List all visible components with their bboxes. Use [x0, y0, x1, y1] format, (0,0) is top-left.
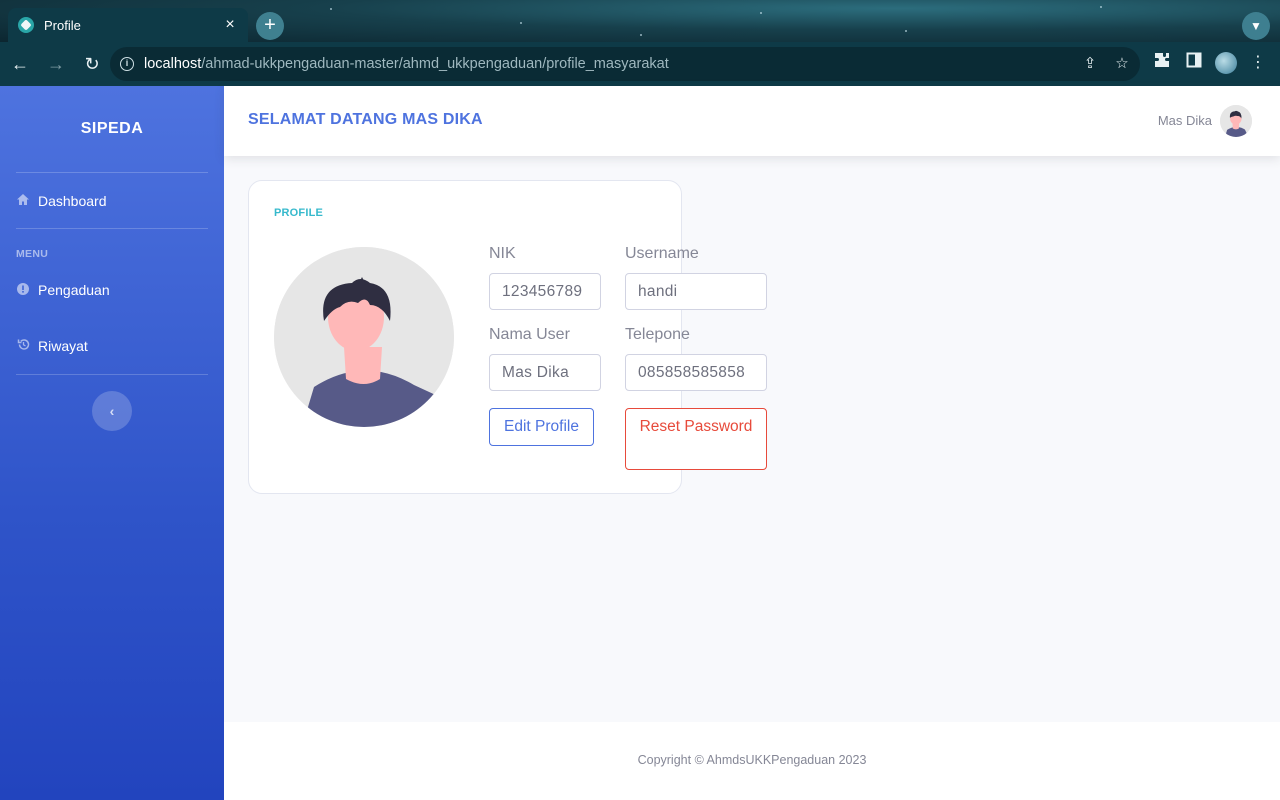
tab-search-chevron-icon[interactable]: ▼ [1242, 12, 1270, 40]
welcome-heading: SELAMAT DATANG MAS DIKA [248, 111, 483, 128]
share-icon[interactable]: ⇪ [1080, 54, 1100, 72]
sidebar-item-pengaduan[interactable]: Pengaduan [16, 282, 110, 298]
sidebar-divider [16, 172, 208, 173]
profile-card: PROFILE [248, 180, 682, 494]
sidebar-divider [16, 374, 208, 375]
site-info-icon[interactable]: i [120, 57, 134, 71]
nik-field[interactable] [489, 273, 601, 310]
url-host: localhost [144, 56, 202, 72]
copyright-text: Copyright © AhmdsUKKPengaduan 2023 [637, 753, 867, 767]
side-panel-icon[interactable] [1182, 52, 1206, 73]
history-icon [16, 338, 30, 354]
browser-toolbar: ← → ↻ i localhost/ahmad-ukkpengaduan-mas… [0, 42, 1280, 86]
telepone-label: Telepone [625, 326, 690, 343]
sidebar-brand[interactable]: SIPEDA [0, 120, 224, 138]
sidebar-divider [16, 228, 208, 229]
profile-avatar-image [274, 247, 454, 427]
nama-user-field[interactable] [489, 354, 601, 391]
nik-label: NIK [489, 245, 516, 262]
sidebar-heading: MENU [16, 248, 49, 260]
info-circle-icon [16, 282, 30, 298]
reload-icon[interactable]: ↻ [76, 48, 108, 80]
sidebar-item-riwayat[interactable]: Riwayat [16, 338, 88, 354]
background-star [330, 8, 332, 10]
url-path: /ahmad-ukkpengaduan-master/ahmd_ukkpenga… [201, 56, 669, 72]
topbar-user-name[interactable]: Mas Dika [1158, 113, 1212, 128]
background-star [905, 30, 907, 32]
bookmark-star-icon[interactable]: ☆ [1112, 54, 1132, 72]
telepone-field[interactable] [625, 354, 767, 391]
browser-tab[interactable]: Profile × [8, 8, 248, 42]
tab-title: Profile [44, 17, 81, 33]
sidebar-item-label: Riwayat [38, 338, 88, 354]
sidebar-item-dashboard[interactable]: Dashboard [16, 193, 107, 209]
tab-close-icon[interactable]: × [222, 17, 238, 33]
url-text[interactable]: localhost/ahmad-ukkpengaduan-master/ahmd… [144, 56, 669, 72]
chevron-left-icon: ‹ [109, 403, 115, 419]
edit-profile-button[interactable]: Edit Profile [489, 408, 594, 446]
home-icon [16, 193, 30, 209]
topbar: SELAMAT DATANG MAS DIKA Mas Dika [224, 86, 1280, 156]
background-star [520, 22, 522, 24]
browser-tab-strip: Profile × + ▼ [0, 0, 1280, 42]
address-bar[interactable]: i localhost/ahmad-ukkpengaduan-master/ah… [110, 47, 1140, 81]
background-star [1100, 6, 1102, 8]
back-arrow-icon[interactable]: ← [4, 48, 36, 80]
sidebar-toggle-button[interactable]: ‹ [92, 391, 132, 431]
footer: Copyright © AhmdsUKKPengaduan 2023 [224, 722, 1280, 800]
user-avatar[interactable] [1220, 105, 1252, 137]
new-tab-button[interactable]: + [256, 12, 284, 40]
card-title: PROFILE [274, 207, 324, 219]
extensions-puzzle-icon[interactable] [1150, 52, 1174, 73]
browser-profile-avatar[interactable] [1215, 52, 1237, 74]
sidebar-item-label: Dashboard [38, 193, 107, 209]
forward-arrow-icon[interactable]: → [40, 48, 72, 80]
username-field[interactable] [625, 273, 767, 310]
sidebar-item-label: Pengaduan [38, 282, 110, 298]
reset-password-button[interactable]: Reset Password [625, 408, 767, 470]
browser-menu-dots-icon[interactable]: ⋮ [1246, 52, 1270, 72]
sidebar: SIPEDA Dashboard MENU Pengaduan Riwayat … [0, 86, 224, 800]
nama-user-label: Nama User [489, 326, 570, 343]
username-label: Username [625, 245, 699, 262]
background-star [640, 34, 642, 36]
site-favicon-icon [18, 17, 34, 33]
background-star [760, 12, 762, 14]
